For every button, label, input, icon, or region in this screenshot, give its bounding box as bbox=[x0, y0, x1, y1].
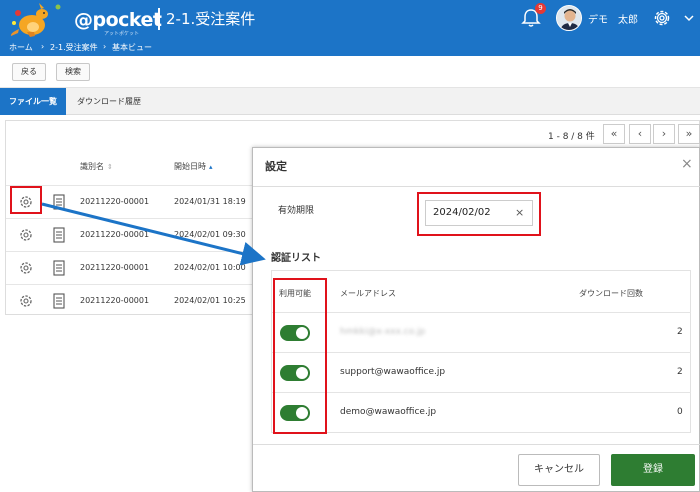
close-icon[interactable]: × bbox=[681, 156, 693, 172]
download-count: 0 bbox=[677, 407, 683, 417]
row-start-date: 2024/02/01 10:00 bbox=[174, 263, 246, 272]
tab-bar: ファイル一覧 ダウンロード履歴 bbox=[0, 88, 700, 115]
sort-asc-icon: ▴ bbox=[209, 163, 213, 171]
row-divider bbox=[271, 392, 691, 393]
column-header-start[interactable]: 開始日時 ▴ bbox=[174, 161, 213, 172]
row-identifier: 20211220-00001 bbox=[80, 197, 150, 206]
download-count: 2 bbox=[677, 327, 683, 337]
user-name[interactable]: デモ 太郎 bbox=[588, 11, 638, 26]
pager-prev-button[interactable]: ‹ bbox=[629, 124, 651, 144]
row-start-date: 2024/01/31 18:19 bbox=[174, 197, 246, 206]
table-row: 20211220-00001 2024/01/31 18:19 bbox=[6, 185, 256, 218]
row-divider bbox=[271, 352, 691, 353]
pager-last-button[interactable]: » bbox=[678, 124, 700, 144]
email-address: demo@wawaoffice.jp bbox=[340, 407, 437, 417]
notification-badge: 9 bbox=[535, 3, 546, 14]
expiry-highlight-box bbox=[417, 192, 541, 236]
enabled-column-highlight-box bbox=[273, 278, 327, 434]
settings-dialog: 設定 × 有効期限 2024/02/02 × 認証リスト 利用可能 メールアドレ… bbox=[252, 147, 700, 492]
cancel-button[interactable]: キャンセル bbox=[518, 454, 600, 486]
register-button[interactable]: 登録 bbox=[611, 454, 695, 486]
row-identifier: 20211220-00001 bbox=[80, 296, 150, 305]
table-row: 20211220-00001 2024/02/01 09:30 bbox=[6, 218, 256, 251]
chevron-down-icon[interactable] bbox=[683, 12, 695, 24]
kangaroo-logo-icon bbox=[10, 3, 61, 37]
app-name: @pocket bbox=[74, 9, 162, 31]
app-header: @pocket アットポケット 2-1.受注案件 9 デモ 太郎 bbox=[0, 0, 700, 38]
breadcrumb-separator: › bbox=[103, 42, 107, 51]
row-settings-gear-icon[interactable] bbox=[18, 260, 34, 276]
download-count: 2 bbox=[677, 367, 683, 377]
tab-file-list[interactable]: ファイル一覧 bbox=[0, 88, 66, 115]
row-identifier: 20211220-00001 bbox=[80, 230, 150, 239]
column-header-email: メールアドレス bbox=[340, 289, 396, 298]
column-header-name-label: 識別名 bbox=[80, 162, 104, 171]
document-icon[interactable] bbox=[52, 227, 66, 243]
app-logo[interactable]: @pocket アットポケット bbox=[8, 3, 162, 37]
header-divider bbox=[158, 8, 160, 30]
pager-info: 1 - 8 / 8 件 bbox=[548, 132, 595, 142]
breadcrumb: ホーム › 2-1.受注案件 › 基本ビュー bbox=[0, 38, 700, 56]
document-icon[interactable] bbox=[52, 293, 66, 309]
document-icon[interactable] bbox=[52, 194, 66, 210]
dialog-footer-divider bbox=[253, 444, 700, 445]
table-row: 20211220-00001 2024/02/01 10:00 bbox=[6, 251, 256, 284]
row-identifier: 20211220-00001 bbox=[80, 263, 150, 272]
pager-first-button[interactable]: « bbox=[603, 124, 625, 144]
user-avatar[interactable] bbox=[556, 5, 582, 31]
row-start-date: 2024/02/01 09:30 bbox=[174, 230, 246, 239]
row-settings-gear-icon[interactable] bbox=[18, 227, 34, 243]
breadcrumb-home[interactable]: ホーム bbox=[9, 42, 33, 53]
dialog-divider bbox=[253, 186, 700, 187]
breadcrumb-basic-view: 基本ビュー bbox=[112, 43, 152, 52]
breadcrumb-orders[interactable]: 2-1.受注案件 bbox=[50, 42, 98, 53]
row-settings-gear-icon[interactable] bbox=[18, 293, 34, 309]
breadcrumb-separator: › bbox=[41, 42, 45, 51]
tab-download-history[interactable]: ダウンロード履歴 bbox=[68, 88, 150, 115]
expiry-label: 有効期限 bbox=[278, 206, 315, 216]
gear-highlight-box bbox=[10, 186, 42, 214]
column-header-name[interactable]: 識別名 ⇕ bbox=[80, 161, 113, 172]
pager-next-button[interactable]: › bbox=[653, 124, 675, 144]
back-button[interactable]: 戻る bbox=[12, 63, 46, 81]
auth-list-title: 認証リスト bbox=[271, 253, 321, 264]
page-title: 2-1.受注案件 bbox=[166, 10, 256, 28]
email-address: support@wawaoffice.jp bbox=[340, 367, 446, 377]
row-divider bbox=[271, 312, 691, 313]
app-subtitle: アットポケット bbox=[104, 31, 140, 37]
column-header-downloads: ダウンロード回数 bbox=[579, 289, 643, 298]
settings-gear-icon[interactable] bbox=[651, 7, 673, 29]
search-button[interactable]: 検索 bbox=[56, 63, 90, 81]
toolbar: 戻る 検索 bbox=[0, 56, 700, 88]
column-header-start-label: 開始日時 bbox=[174, 162, 206, 171]
table-row: 20211220-00001 2024/02/01 10:25 bbox=[6, 284, 256, 317]
document-icon[interactable] bbox=[52, 260, 66, 276]
sort-icon: ⇕ bbox=[107, 163, 113, 171]
row-start-date: 2024/02/01 10:25 bbox=[174, 296, 246, 305]
email-address: hmkki@x-xxx.co.jp bbox=[340, 327, 426, 337]
avatar-image-icon bbox=[557, 6, 581, 30]
dialog-title: 設定 bbox=[265, 160, 287, 173]
